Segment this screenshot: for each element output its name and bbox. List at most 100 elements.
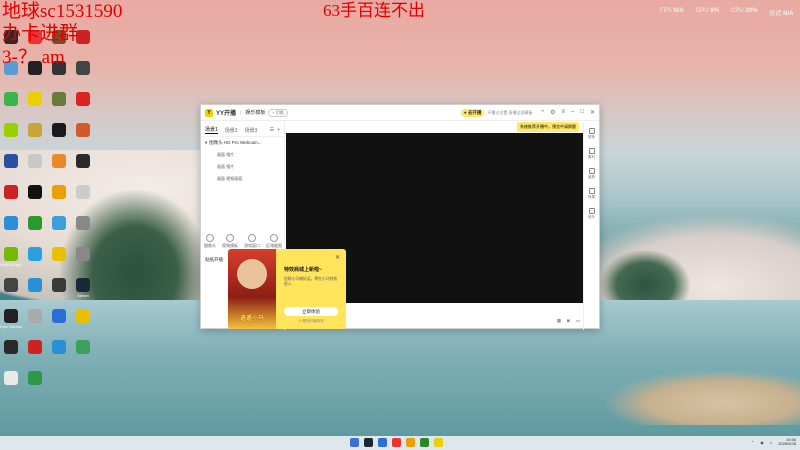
desktop-icon[interactable]: [72, 61, 94, 76]
volume-icon[interactable]: ◖: [770, 440, 772, 445]
desktop-icon[interactable]: Epic Games: [0, 309, 22, 329]
minimize-icon[interactable]: –: [571, 109, 574, 116]
desktop-icon[interactable]: [72, 123, 94, 138]
close-icon[interactable]: ✕: [590, 109, 595, 116]
cpu-readout: CPU 29%: [731, 8, 758, 14]
desktop-icon[interactable]: [48, 185, 70, 200]
desktop-icon[interactable]: [72, 216, 94, 231]
clock[interactable]: 15:56 2026/5/28: [778, 437, 796, 447]
desktop-icon[interactable]: [48, 278, 70, 293]
desktop-icon[interactable]: [48, 247, 70, 262]
taskbar-app-icon[interactable]: [350, 438, 359, 447]
source-group-label: 图像头 HD Pro Webcam...: [209, 140, 262, 145]
desktop-icon[interactable]: [24, 154, 46, 169]
app-icon: [76, 92, 90, 106]
taskbar-app-icon[interactable]: [434, 438, 443, 447]
rail-item[interactable]: 效果: [588, 188, 595, 200]
effect-store-promo: 逍遥小马 ✕ 特效商城上新啦~ 追踪小马喊好运，将在小马特效进入 立即体验 1V…: [228, 249, 346, 329]
layout-icon[interactable]: ▦: [557, 318, 561, 324]
tab-scene-3[interactable]: 场景3: [245, 127, 258, 134]
source-group[interactable]: ▾ 图像头 HD Pro Webcam...: [201, 137, 284, 149]
tool-game-window[interactable]: 游戏窗口: [244, 234, 260, 249]
switch-mode-button[interactable]: + 切换: [268, 108, 288, 117]
source-item[interactable]: 画面 视频画面: [201, 173, 284, 185]
desktop-icon[interactable]: [48, 154, 70, 169]
desktop-icon[interactable]: [24, 185, 46, 200]
desktop-icon[interactable]: [72, 340, 94, 355]
taskbar-app-icon[interactable]: [420, 438, 429, 447]
promo-sign: 逍遥小马: [239, 316, 264, 322]
desktop-icon[interactable]: [0, 216, 22, 231]
tab-scene-2[interactable]: 场景2: [225, 127, 238, 134]
desktop-icon[interactable]: [48, 123, 70, 138]
promo-image: 逍遥小马: [228, 249, 276, 329]
go-live-button[interactable]: ● 去开播: [460, 108, 485, 117]
tab-scene-1[interactable]: 场景1: [205, 126, 218, 134]
close-icon[interactable]: ✕: [335, 254, 340, 261]
desktop-icon[interactable]: [48, 92, 70, 107]
desktop-icon[interactable]: [0, 185, 22, 200]
desktop-icon[interactable]: [24, 247, 46, 262]
desktop-icon[interactable]: NVIDIA App: [0, 247, 22, 267]
rail-item[interactable]: 推荐: [588, 128, 595, 140]
desktop-icon[interactable]: Steam: [72, 278, 94, 298]
taskbar-app-icon[interactable]: [364, 438, 373, 447]
desktop-icon[interactable]: [72, 185, 94, 200]
user-icon[interactable]: ◔: [540, 109, 544, 116]
menu-icon[interactable]: ≡: [561, 109, 565, 116]
overlay-text-line-2: 办卡进群: [2, 23, 79, 44]
tool-region-capture[interactable]: 区域截图: [266, 234, 282, 249]
desktop-icon[interactable]: [24, 216, 46, 231]
app-icon: [76, 216, 90, 230]
taskbar-app-icon[interactable]: [378, 438, 387, 447]
desktop-icon[interactable]: [48, 216, 70, 231]
yy-logo-icon: Y: [205, 108, 213, 117]
desktop-icon[interactable]: [0, 278, 22, 293]
source-item[interactable]: 画面 相片: [201, 161, 284, 173]
desktop-icon[interactable]: [0, 92, 22, 107]
recommend-icon: [588, 128, 595, 134]
tool-camera[interactable]: 摄像头: [204, 234, 216, 249]
desktop-icon[interactable]: [24, 123, 46, 138]
desktop-icon[interactable]: [72, 247, 94, 262]
desktop-icon[interactable]: [0, 340, 22, 355]
add-scene-icon[interactable]: +: [277, 127, 280, 133]
desktop-icon[interactable]: [72, 154, 94, 169]
tool-video-template[interactable]: 视频模板: [222, 234, 238, 249]
desktop-icon[interactable]: [24, 278, 46, 293]
desktop-icon[interactable]: [24, 92, 46, 107]
app-icon: [52, 123, 66, 137]
taskbar-app-icon[interactable]: [406, 438, 415, 447]
desktop-icon[interactable]: [72, 92, 94, 107]
desktop-icon[interactable]: [0, 123, 22, 138]
snapshot-icon[interactable]: ◙: [567, 318, 570, 324]
try-now-button[interactable]: 立即体验: [284, 307, 338, 316]
settings-icon[interactable]: ⚙: [550, 109, 555, 116]
maximize-icon[interactable]: □: [580, 109, 584, 116]
chevron-up-icon[interactable]: ⌃: [751, 440, 754, 445]
source-item[interactable]: 画面 相片: [201, 149, 284, 161]
expand-icon[interactable]: ▾: [205, 140, 207, 146]
desktop-icon[interactable]: [48, 340, 70, 355]
record-icon[interactable]: ▭: [576, 318, 580, 324]
promo-description: 追踪小马喊好运，将在小马特效进入: [284, 277, 338, 287]
mode-label[interactable]: 娱乐模板: [245, 109, 265, 116]
promo-title: 特效商城上新啦~: [284, 267, 322, 273]
desktop-icon[interactable]: [24, 371, 46, 386]
network-icon[interactable]: ◉: [760, 440, 764, 445]
app-icon: [76, 247, 90, 261]
taskbar-app-icon[interactable]: [392, 438, 401, 447]
desktop-icon[interactable]: [0, 371, 22, 386]
clock-date: 2026/5/28: [778, 441, 796, 447]
desktop-icon[interactable]: [0, 154, 22, 169]
title-separator: |: [240, 109, 242, 116]
desktop-icon[interactable]: [24, 340, 46, 355]
sticker-label[interactable]: 贴纸开播: [205, 257, 223, 263]
desktop-icon[interactable]: [24, 309, 46, 324]
rail-item[interactable]: 素材: [588, 148, 595, 160]
rail-item[interactable]: 音乐: [588, 208, 595, 220]
desktop-icon[interactable]: [48, 309, 70, 324]
rail-item[interactable]: 道具: [588, 168, 595, 180]
list-icon[interactable]: ☰: [270, 127, 274, 133]
desktop-icon[interactable]: [72, 309, 94, 324]
